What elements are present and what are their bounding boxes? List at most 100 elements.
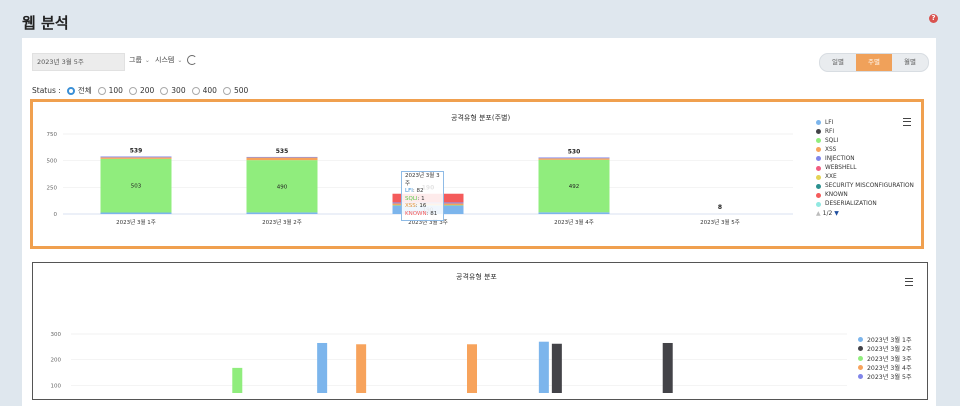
bar-segment [538,158,610,160]
bar-segment [246,212,318,214]
bar-segment [538,212,610,214]
chart-menu-icon[interactable] [905,278,913,286]
legend-item[interactable]: LFI [816,118,914,127]
legend-label: 2023년 3월 1주 [867,337,912,345]
chart-legend: LFI RFI SQLI XSS INJECTION WEBSHELL XXE SECURIT… [816,118,914,217]
legend-label: WEBSHELL [825,165,857,172]
tooltip-row: SQLI: 1 [405,195,425,202]
tooltip-title: 2023년 3월 3주 [405,173,440,187]
y-tick-label: 200 [51,358,62,364]
legend-item[interactable]: XXE [816,173,914,182]
status-option-label: 300 [171,86,186,95]
status-label: Status : [32,86,61,95]
x-tick-label: 2023년 3월 5주 [700,218,740,226]
chevron-down-icon: ⌄ [144,57,150,64]
bar-segment [246,157,318,161]
radio-icon [97,86,106,95]
legend-item[interactable]: WEBSHELL [816,163,914,172]
legend-dot [816,183,821,189]
legend-label: INJECTION [825,155,855,162]
system-dropdown[interactable]: 시스템 ⌄ [155,55,182,65]
bar-data-label: 490 [277,184,288,190]
legend-label: 2023년 3월 3주 [867,355,912,363]
legend-label: SQLI [825,137,839,144]
page-title: 웹 분석 [22,14,69,32]
legend-item[interactable]: INJECTION [816,154,914,163]
system-dropdown-label: 시스템 [155,56,175,64]
legend-item[interactable]: KNOWN [816,191,914,200]
legend-label: XXE [825,174,837,181]
y-tick-label: 300 [51,332,62,338]
daily-attack-chart: 공격유형 분포 0100200300일월화수목금토 2023년 3월 1주202… [32,262,928,400]
status-option-label: 400 [202,86,217,95]
status-option-label: 200 [139,86,155,95]
bar-segment [100,157,172,159]
legend-label: 2023년 3월 2주 [867,346,912,354]
bar [317,342,328,393]
tooltip-label: KNOWN [405,210,427,217]
legend-item[interactable]: 2023년 3월 3주 [858,354,912,363]
legend-dot [816,147,821,153]
x-tick-label: 2023년 3월 4주 [554,218,594,226]
weekly-attack-chart: 공격유형 분포(주별) 0 250 500 750 539 2023년 3월 1주 535 2… [30,99,924,249]
legend-item[interactable]: 2023년 3월 1주 [858,335,912,344]
legend-prev-icon[interactable]: ▲ [816,210,821,217]
bar [356,344,367,393]
legend-label: KNOWN [825,192,848,199]
legend-dot [858,337,863,343]
legend-item[interactable]: RFI [816,127,914,136]
legend-dot [816,129,821,135]
status-option-label: 500 [233,86,249,95]
bar [662,342,673,393]
x-tick-label: 2023년 3월 1주 [116,218,156,226]
bar [232,367,243,393]
bar-segment [100,212,172,214]
y-tick-label: 250 [47,185,58,191]
bar-total-label: 530 [568,148,581,155]
tooltip-row: XSS: 16 [405,203,427,210]
group-dropdown[interactable]: 그룹 ⌄ [129,55,150,65]
x-tick-label: 2023년 3월 2주 [262,218,302,226]
legend-next-icon[interactable]: ▼ [834,210,839,217]
status-option-400[interactable]: 400 [191,86,217,95]
legend-item[interactable]: 2023년 3월 2주 [858,344,912,353]
status-option-200[interactable]: 200 [128,86,155,95]
status-option-all[interactable]: 전체 [66,85,92,96]
legend-dot [858,365,863,371]
chevron-down-icon: ⌄ [177,57,183,64]
status-option-label: 100 [108,86,123,95]
tab-weekly[interactable]: 주별 [856,54,892,71]
y-tick-label: 750 [47,132,58,138]
legend-item[interactable]: 2023년 3월 5주 [858,372,912,381]
week-input[interactable]: 2023년 3월 5주 [32,53,125,71]
legend-label: 2023년 3월 4주 [867,365,912,373]
legend-item[interactable]: DESERIALIZATION [816,200,914,209]
bar-total-label: 539 [130,148,143,155]
legend-label: LFI [825,119,834,126]
legend-dot [858,355,863,361]
legend-item[interactable]: 2023년 3월 4주 [858,363,912,372]
legend-dot [816,174,821,180]
legend-pager: ▲ 1/2 ▼ [816,210,914,217]
legend-dot [816,156,821,162]
status-filter: Status : 전체 100 200 300 400 500 [32,85,248,96]
status-option-100[interactable]: 100 [97,86,123,95]
legend-item[interactable]: SECURITY MISCONFIGURATION [816,182,914,191]
legend-dot [816,120,821,126]
status-option-500[interactable]: 500 [222,86,249,95]
legend-item[interactable]: XSS [816,145,914,154]
legend-label: XSS [825,146,837,153]
refresh-icon[interactable] [187,55,197,65]
status-option-300[interactable]: 300 [160,86,186,95]
legend-item[interactable]: SQLI [816,136,914,145]
tooltip-value: 81 [430,210,438,217]
tab-daily[interactable]: 일별 [820,54,856,71]
legend-dot [858,346,863,352]
bar-segment [246,156,318,158]
legend-label: RFI [825,128,835,135]
daily-chart-svg: 0100200300일월화수목금토 [51,332,847,393]
tab-monthly[interactable]: 월별 [892,54,928,71]
help-icon[interactable]: ? [929,14,938,23]
legend-label: DESERIALIZATION [825,201,877,208]
bar-data-label: 503 [131,184,142,190]
